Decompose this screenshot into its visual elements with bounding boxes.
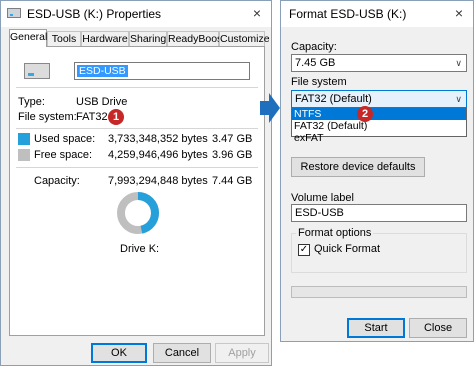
divider [16, 128, 258, 129]
file-system-label: File system [291, 76, 347, 88]
format-options-group: Format options ✓ Quick Format [291, 227, 467, 273]
tab-tools[interactable]: Tools [47, 31, 81, 46]
option-exfat[interactable]: exFAT [292, 132, 466, 144]
apply-button[interactable]: Apply [215, 343, 269, 363]
format-title: Format ESD-USB (K:) [289, 7, 407, 21]
drive-name-value: ESD-USB [77, 65, 128, 77]
capacity-gb: 7.44 GB [212, 175, 253, 187]
usb-drive-icon [7, 8, 21, 18]
restore-defaults-button[interactable]: Restore device defaults [291, 157, 425, 177]
divider [16, 167, 258, 168]
chevron-down-icon: ∨ [455, 94, 462, 104]
start-button[interactable]: Start [347, 318, 405, 338]
free-space-swatch [18, 149, 30, 161]
general-panel: ESD-USB Type: USB Drive File system: FAT… [9, 46, 265, 336]
used-space-swatch [18, 133, 30, 145]
capacity-select[interactable]: 7.45 GB ∨ [291, 54, 467, 72]
format-options-title: Format options [296, 227, 374, 239]
file-system-select[interactable]: FAT32 (Default) ∨ [291, 90, 467, 108]
capacity-bytes: 7,993,294,848 bytes [108, 175, 208, 187]
file-system-value: FAT32 [76, 111, 108, 123]
quick-format-label: Quick Format [314, 243, 381, 255]
properties-window: ESD-USB (K:) Properties × General Tools … [0, 0, 272, 366]
usb-drive-icon [24, 63, 50, 79]
quick-format-checkbox[interactable]: ✓ [298, 244, 310, 256]
option-fat32[interactable]: FAT32 (Default) [292, 120, 466, 132]
capacity-value: 7.45 GB [295, 57, 336, 69]
capacity-label: Capacity: [34, 175, 80, 187]
format-progress-bar [291, 286, 467, 298]
tab-customize[interactable]: Customize [219, 31, 270, 46]
chevron-down-icon: ∨ [455, 58, 462, 68]
used-space-gb: 3.47 GB [212, 133, 253, 145]
volume-label-input[interactable]: ESD-USB [291, 204, 467, 222]
tab-general[interactable]: General [9, 29, 47, 47]
ok-button[interactable]: OK [91, 343, 147, 363]
free-space-bytes: 4,259,946,496 bytes [108, 149, 208, 161]
free-space-gb: 3.96 GB [212, 149, 253, 161]
type-label: Type: [18, 96, 45, 108]
used-space-bytes: 3,733,348,352 bytes [108, 133, 208, 145]
tab-readyboost[interactable]: ReadyBoost [167, 31, 225, 46]
properties-title: ESD-USB (K:) Properties [27, 7, 162, 21]
close-icon[interactable]: × [451, 5, 467, 21]
drive-letter-label: Drive K: [120, 243, 160, 255]
format-window: Format ESD-USB (K:) × Capacity: 7.45 GB … [280, 0, 474, 342]
tab-sharing[interactable]: Sharing [129, 31, 167, 46]
file-system-dropdown: NTFS FAT32 (Default) exFAT [291, 107, 467, 144]
volume-label-label: Volume label [291, 192, 354, 204]
file-system-value: FAT32 (Default) [295, 93, 372, 105]
used-space-label: Used space: [34, 133, 96, 145]
close-icon[interactable]: × [249, 5, 265, 21]
step-2-badge: 2 [357, 106, 373, 122]
drive-name-input[interactable]: ESD-USB [74, 62, 250, 80]
cancel-button[interactable]: Cancel [153, 343, 211, 363]
capacity-label: Capacity: [291, 41, 337, 53]
file-system-label: File system: [18, 111, 77, 123]
volume-label-value: ESD-USB [295, 207, 344, 219]
arrow-right-icon [260, 93, 280, 123]
option-ntfs[interactable]: NTFS [292, 108, 466, 120]
tab-hardware[interactable]: Hardware [81, 31, 129, 46]
step-1-badge: 1 [108, 109, 124, 125]
close-button[interactable]: Close [409, 318, 467, 338]
usage-donut [117, 192, 159, 234]
free-space-label: Free space: [34, 149, 93, 161]
divider [16, 87, 258, 88]
type-value: USB Drive [76, 96, 128, 108]
properties-titlebar[interactable]: ESD-USB (K:) Properties × [1, 1, 271, 27]
format-titlebar[interactable]: Format ESD-USB (K:) × [281, 1, 473, 27]
restore-defaults-label: Restore device defaults [300, 161, 416, 173]
